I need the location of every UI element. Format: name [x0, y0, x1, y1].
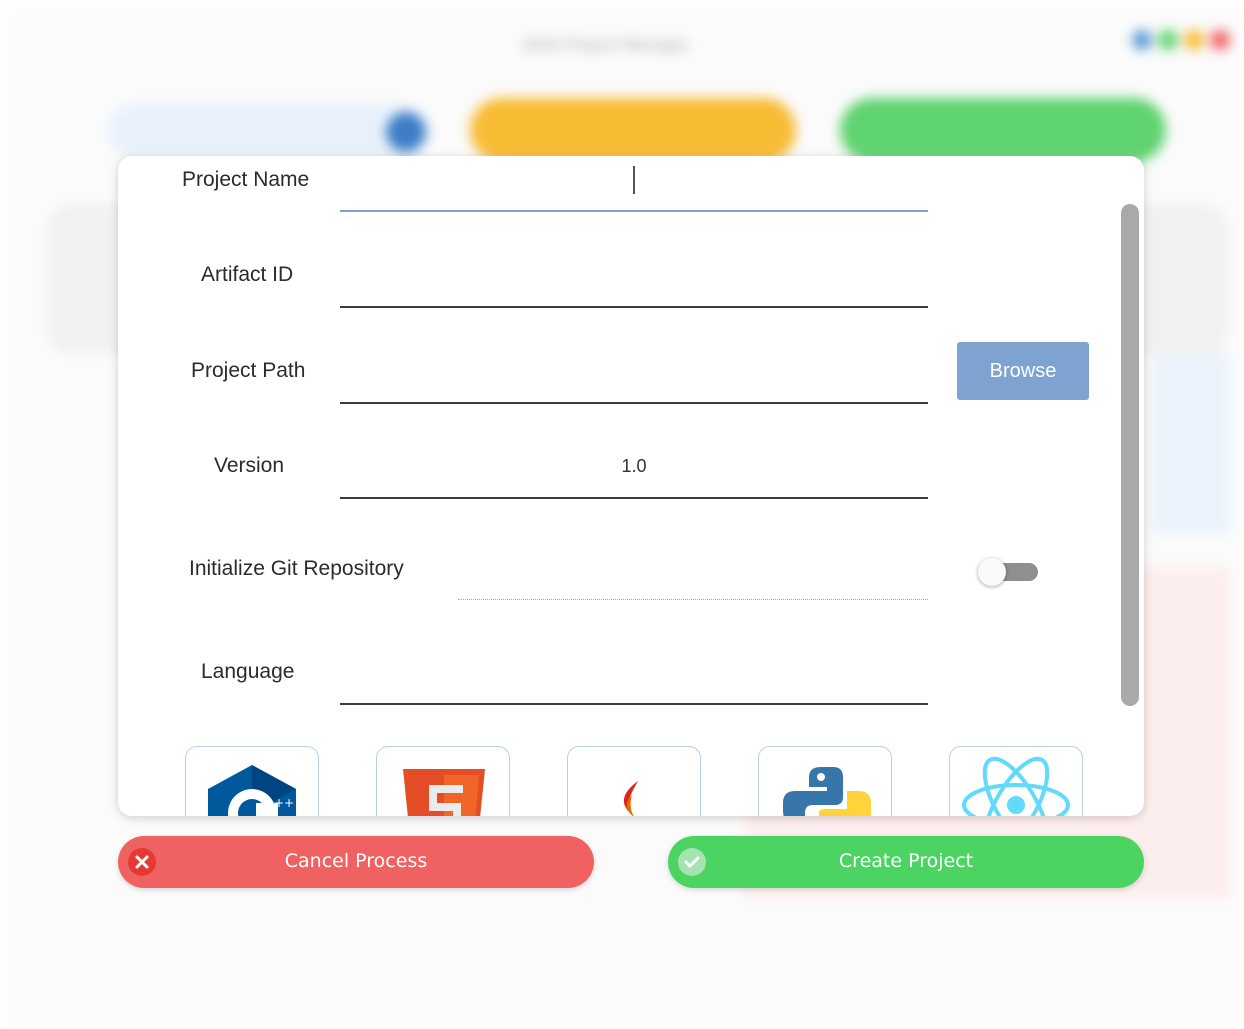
project-name-underline	[340, 210, 928, 212]
language-tile-html5[interactable]	[376, 746, 510, 816]
artifact-id-label: Artifact ID	[201, 263, 294, 286]
new-project-dialog: Project Name Artifact ID Project Path Br…	[118, 156, 1144, 816]
window-title: ASSS Project Manager	[523, 36, 689, 54]
init-git-toggle[interactable]	[978, 558, 1038, 586]
project-path-underline	[340, 402, 928, 404]
window-controls	[1132, 30, 1230, 50]
language-tile-python[interactable]	[758, 746, 892, 816]
background-blue-panel	[1152, 354, 1230, 534]
window-control-dot	[1158, 30, 1178, 50]
version-label: Version	[214, 454, 285, 477]
toggle-knob	[978, 558, 1006, 586]
project-path-input[interactable]	[340, 352, 928, 402]
background-search-bar	[108, 104, 428, 158]
language-tile-java[interactable]	[567, 746, 701, 816]
cancel-process-button[interactable]: Cancel Process	[118, 836, 594, 888]
create-project-label: Create Project	[838, 850, 974, 872]
background-import-button	[470, 98, 796, 162]
create-project-button[interactable]: Create Project	[668, 836, 1144, 888]
init-git-label: Initialize Git Repository	[189, 557, 404, 580]
window-control-dot	[1184, 30, 1204, 50]
project-path-label: Project Path	[191, 359, 306, 382]
window-control-dot	[1132, 30, 1152, 50]
language-input[interactable]	[340, 654, 928, 704]
svg-text:++: ++	[274, 796, 294, 810]
search-icon	[386, 112, 426, 152]
artifact-id-underline	[340, 306, 928, 308]
cancel-process-label: Cancel Process	[284, 850, 428, 872]
language-label: Language	[201, 660, 295, 683]
version-input[interactable]: 1.0	[340, 456, 928, 477]
text-caret	[633, 166, 635, 194]
react-icon	[962, 756, 1070, 816]
artifact-id-input[interactable]	[340, 256, 928, 306]
language-underline	[340, 703, 928, 705]
background-new-project-button	[840, 98, 1166, 162]
version-underline	[340, 497, 928, 499]
dialog-scrollbar[interactable]	[1121, 204, 1139, 706]
browse-button[interactable]: Browse	[957, 342, 1089, 400]
language-tile-react[interactable]	[949, 746, 1083, 816]
project-name-label: Project Name	[182, 168, 310, 191]
html5-icon	[403, 769, 485, 816]
window-control-dot	[1210, 30, 1230, 50]
python-icon	[783, 767, 871, 816]
java-icon	[623, 781, 638, 816]
language-tile-cpp[interactable]: ++	[185, 746, 319, 816]
init-git-divider	[458, 599, 928, 600]
cpp-icon: ++	[208, 765, 296, 816]
